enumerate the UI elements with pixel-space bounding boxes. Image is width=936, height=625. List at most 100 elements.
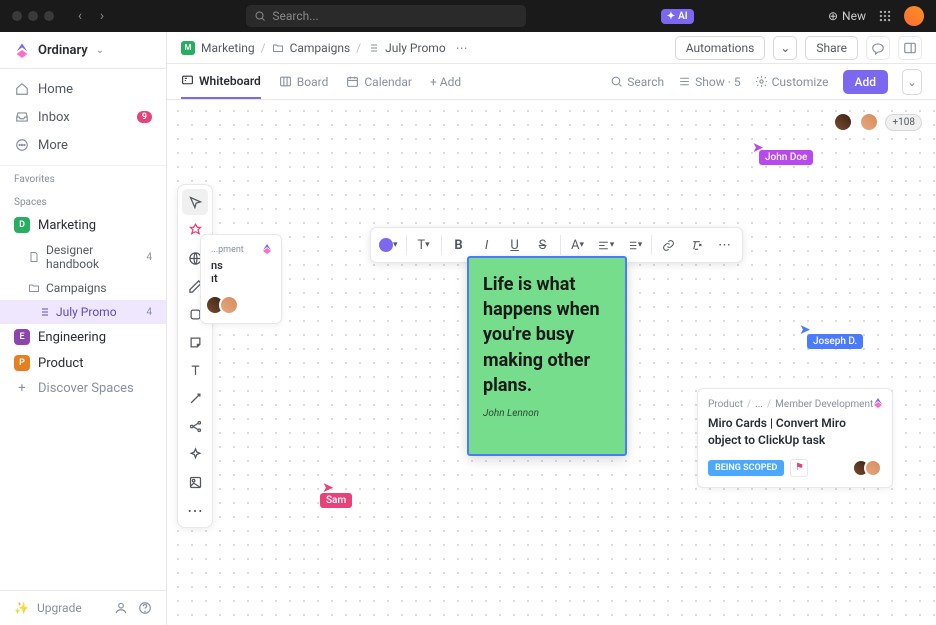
workspace-logo-icon xyxy=(14,42,30,58)
sidebar-home[interactable]: Home xyxy=(0,75,166,103)
color-picker[interactable]: ▾ xyxy=(375,232,402,258)
sticky-tool[interactable] xyxy=(182,329,208,355)
task-card-right[interactable]: Product / ... / Member Development Miro … xyxy=(697,388,893,488)
ai-tool[interactable] xyxy=(182,441,208,467)
breadcrumb-july-promo[interactable]: July Promo xyxy=(385,41,446,55)
space-marketing[interactable]: D Marketing xyxy=(0,212,166,238)
whiteboard-icon xyxy=(181,74,194,87)
priority-flag-icon[interactable]: ⚑ xyxy=(790,459,808,477)
assignee-avatar xyxy=(219,295,239,315)
text-style-dropdown[interactable]: T ▾ xyxy=(411,232,437,258)
presence-more[interactable]: +108 xyxy=(885,114,922,131)
tree-designer-handbook[interactable]: Designer handbook 4 xyxy=(0,238,166,276)
more-icon xyxy=(14,137,30,153)
sticky-author-text: John Lennon xyxy=(483,408,611,419)
text-color-button[interactable]: A ▾ xyxy=(565,232,591,258)
folder-icon xyxy=(272,42,284,54)
assignee-avatar xyxy=(864,459,882,477)
clear-format-button[interactable] xyxy=(684,232,710,258)
discover-spaces[interactable]: + Discover Spaces xyxy=(0,376,166,401)
ai-badge[interactable]: ✦ AI xyxy=(661,9,694,24)
calendar-icon xyxy=(346,75,359,88)
search-views-button[interactable]: Search xyxy=(610,75,664,89)
clickup-icon xyxy=(872,397,884,409)
presence-avatar[interactable] xyxy=(833,112,853,132)
tree-campaigns[interactable]: Campaigns xyxy=(0,276,166,300)
show-settings-button[interactable]: Show · 5 xyxy=(678,75,740,89)
select-tool[interactable] xyxy=(182,189,208,215)
task-title: Miro Cards | Convert Miro object to Clic… xyxy=(708,415,882,449)
customize-button[interactable]: Customize xyxy=(755,75,829,89)
view-tab-board[interactable]: Board xyxy=(279,64,329,99)
text-tool[interactable] xyxy=(182,357,208,383)
nav-back-button[interactable]: ‹ xyxy=(70,6,90,26)
breadcrumb-campaigns[interactable]: Campaigns xyxy=(290,41,351,55)
list-button[interactable]: ▾ xyxy=(621,232,647,258)
space-badge-icon: D xyxy=(14,217,30,233)
cursor-john-label: John Doe xyxy=(759,150,813,165)
favorites-label: Favorites xyxy=(0,166,166,189)
link-button[interactable] xyxy=(656,232,682,258)
space-engineering[interactable]: E Engineering xyxy=(0,324,166,350)
task-card-left[interactable]: ...pment nsıt xyxy=(200,234,282,324)
cursor-sam-label: Sam xyxy=(320,493,352,508)
search-placeholder: Search... xyxy=(272,9,318,23)
automations-dropdown[interactable]: ⌄ xyxy=(773,36,797,60)
connector-tool[interactable] xyxy=(182,385,208,411)
new-button[interactable]: ⊕ New xyxy=(828,9,866,23)
inbox-icon xyxy=(14,109,30,125)
view-tab-whiteboard[interactable]: Whiteboard xyxy=(181,64,261,99)
list-icon xyxy=(38,306,50,318)
underline-button[interactable]: U xyxy=(502,232,528,258)
person-icon[interactable] xyxy=(114,601,128,615)
window-controls[interactable] xyxy=(12,11,54,21)
status-badge: BEING SCOPED xyxy=(708,460,784,476)
more-tools[interactable]: ⋯ xyxy=(182,497,208,523)
apps-grid-icon[interactable] xyxy=(878,9,892,23)
global-search-input[interactable]: Search... xyxy=(246,5,526,27)
space-badge-icon: M xyxy=(181,41,195,55)
sparkle-icon: ✦ xyxy=(667,11,675,22)
nav-forward-button[interactable]: › xyxy=(92,6,112,26)
add-view-button[interactable]: + Add xyxy=(430,75,461,89)
help-icon[interactable] xyxy=(138,601,152,615)
mindmap-tool[interactable] xyxy=(182,413,208,439)
page-header: M Marketing / Campaigns / July Promo ⋯ A… xyxy=(167,32,936,64)
share-button[interactable]: Share xyxy=(805,36,858,60)
bold-button[interactable]: B xyxy=(446,232,472,258)
breadcrumb: M Marketing / Campaigns / July Promo ⋯ xyxy=(181,41,468,55)
strikethrough-button[interactable]: S xyxy=(530,232,556,258)
user-avatar[interactable] xyxy=(904,6,924,26)
home-icon xyxy=(14,81,30,97)
view-tab-calendar[interactable]: Calendar xyxy=(346,64,412,99)
space-product[interactable]: P Product xyxy=(0,350,166,376)
sidebar-inbox[interactable]: Inbox 9 xyxy=(0,103,166,131)
board-icon xyxy=(279,75,292,88)
align-button[interactable]: ▾ xyxy=(593,232,619,258)
plus-circle-icon: ⊕ xyxy=(828,9,838,23)
sticky-note[interactable]: Life is what happens when you're busy ma… xyxy=(467,256,627,456)
italic-button[interactable]: I xyxy=(474,232,500,258)
add-task-dropdown[interactable]: ⌄ xyxy=(902,69,922,95)
sidebar-more[interactable]: More xyxy=(0,131,166,159)
document-icon xyxy=(28,251,40,263)
sidebar-toggle-button[interactable] xyxy=(898,36,922,60)
add-task-button[interactable]: Add xyxy=(843,70,888,94)
more-dots-icon[interactable]: ⋯ xyxy=(456,41,468,55)
comments-button[interactable] xyxy=(866,36,890,60)
more-format-button[interactable]: ⋯ xyxy=(712,232,738,258)
presence-bar: +108 xyxy=(833,112,922,132)
clickup-icon xyxy=(261,243,273,255)
automations-button[interactable]: Automations xyxy=(675,36,766,60)
workspace-switcher[interactable]: Ordinary ⌄ xyxy=(0,32,166,69)
image-tool[interactable] xyxy=(182,469,208,495)
spaces-label: Spaces xyxy=(0,189,166,212)
tree-july-promo[interactable]: July Promo 4 xyxy=(0,300,166,324)
sidebar: Ordinary ⌄ Home Inbox 9 More Favorites S… xyxy=(0,32,167,625)
breadcrumb-marketing[interactable]: Marketing xyxy=(201,41,255,55)
presence-avatar[interactable] xyxy=(859,112,879,132)
whiteboard-canvas[interactable]: +108 ⋯ ▾ T ▾ xyxy=(167,100,936,625)
cursor-joseph-label: Joseph D. xyxy=(807,334,863,349)
upgrade-link[interactable]: Upgrade xyxy=(37,601,82,615)
upgrade-icon: ✨ xyxy=(14,601,29,615)
